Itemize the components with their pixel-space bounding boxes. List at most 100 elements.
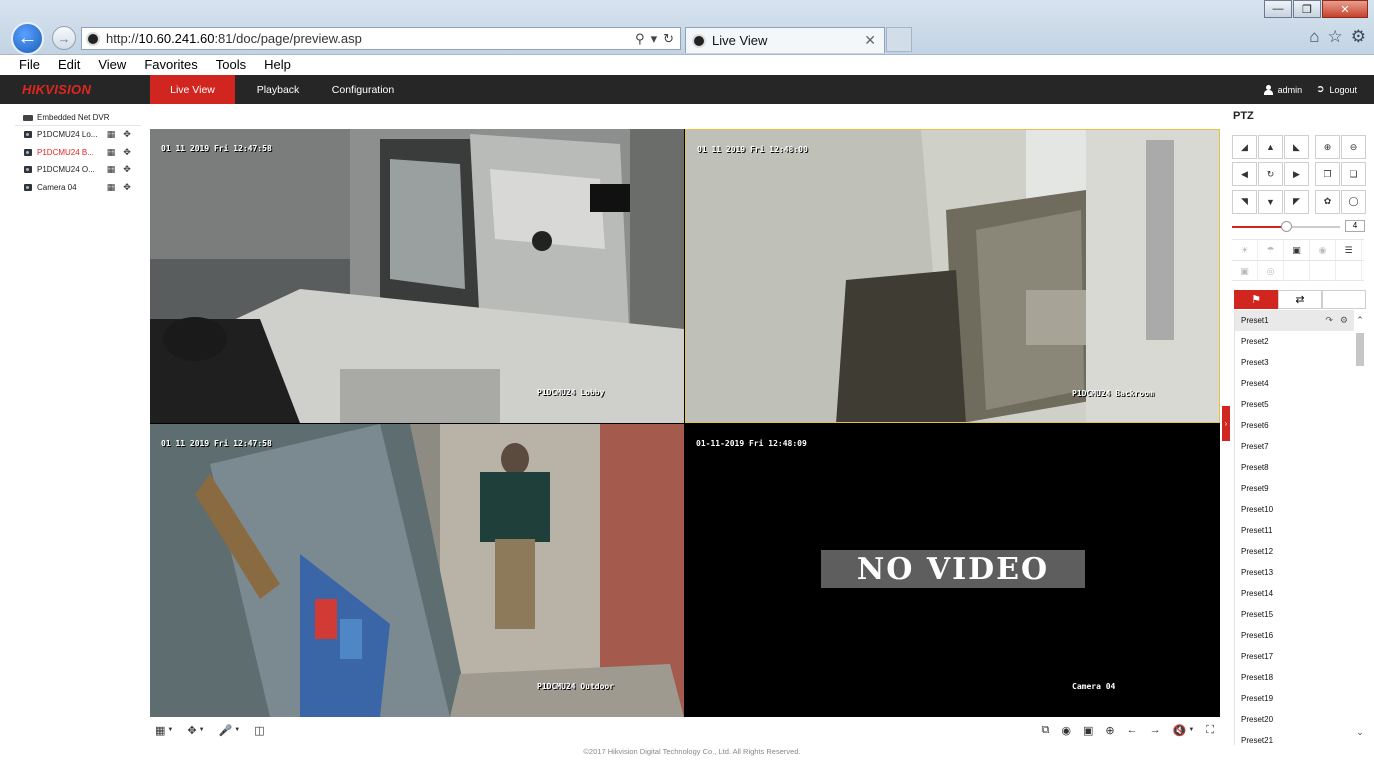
dropdown-icon[interactable]: ▾ xyxy=(651,31,658,47)
user-menu[interactable]: admin xyxy=(1263,84,1302,95)
preset-item[interactable]: Preset2 xyxy=(1235,331,1354,352)
ptz-icon[interactable]: ✥ xyxy=(121,129,133,140)
scroll-up-icon[interactable]: ⌃ xyxy=(1354,315,1366,325)
video-window-backroom[interactable]: 01 11 2019 Fri 12:48:00 P1DCMU24 Backroo… xyxy=(685,129,1220,423)
auxiliary-focus-icon[interactable]: ▣ xyxy=(1284,240,1310,260)
record-all-button[interactable]: ▣ xyxy=(1083,724,1093,737)
preset-item[interactable]: Preset17 xyxy=(1235,646,1354,667)
collapse-panel-handle[interactable]: › xyxy=(1222,406,1230,441)
menu-favorites[interactable]: Favorites xyxy=(132,55,203,75)
device-root[interactable]: Embedded Net DVR xyxy=(15,110,141,126)
preset-item[interactable]: Preset11 xyxy=(1235,520,1354,541)
ptz-icon[interactable]: ✥ xyxy=(121,164,133,175)
record-icon[interactable]: ▦ xyxy=(105,164,117,175)
ptz-down-right-button[interactable]: ◤ xyxy=(1284,189,1309,214)
preset-item[interactable]: Preset6 xyxy=(1235,415,1354,436)
preset-scrollbar[interactable]: ⌃ ⌄ xyxy=(1354,310,1366,745)
settings-gear-icon[interactable]: ⚙ xyxy=(1351,27,1366,47)
close-window-button[interactable]: ✕ xyxy=(1322,0,1368,18)
preset-item[interactable]: Preset18 xyxy=(1235,667,1354,688)
preset-item[interactable]: Preset1 ↷ ⚙ xyxy=(1235,310,1354,331)
preset-item[interactable]: Preset7 xyxy=(1235,436,1354,457)
tab-configuration[interactable]: Configuration xyxy=(322,75,404,104)
preset-item[interactable]: Preset19 xyxy=(1235,688,1354,709)
preset-item[interactable]: Preset13 xyxy=(1235,562,1354,583)
home-icon[interactable]: ⌂ xyxy=(1309,27,1319,47)
preset-item[interactable]: Preset10 xyxy=(1235,499,1354,520)
ptz-icon[interactable]: ✥ xyxy=(121,147,133,158)
lens-init-icon[interactable]: ◉ xyxy=(1310,240,1336,260)
previous-page-button[interactable]: ← xyxy=(1127,724,1138,736)
refresh-icon[interactable]: ↻ xyxy=(663,31,674,47)
light-icon[interactable]: ☀ xyxy=(1232,240,1258,260)
ptz-auto-scan-button[interactable]: ↻ xyxy=(1258,162,1283,187)
tab-preset[interactable]: ⚑ xyxy=(1234,290,1278,309)
address-bar[interactable]: http://10.60.241.60:81/doc/page/preview.… xyxy=(81,27,681,50)
speed-knob[interactable] xyxy=(1281,221,1292,232)
ptz-down-left-button[interactable]: ◥ xyxy=(1232,189,1257,214)
digital-zoom-button[interactable]: ⊕ xyxy=(1105,724,1114,737)
focus-near-button[interactable]: ❐ xyxy=(1315,162,1340,187)
minimize-button[interactable]: — xyxy=(1264,0,1292,18)
preset-item[interactable]: Preset9 xyxy=(1235,478,1354,499)
new-tab-button[interactable] xyxy=(886,27,912,52)
camera-item[interactable]: P1DCMU24 B... ▦ ✥ xyxy=(15,144,141,162)
preset-item[interactable]: Preset4 xyxy=(1235,373,1354,394)
record-icon[interactable]: ▦ xyxy=(105,182,117,193)
menu-tools[interactable]: Tools xyxy=(204,55,252,75)
microphone-button[interactable]: 🎤 ▼ xyxy=(219,724,241,737)
preset-item[interactable]: Preset16 xyxy=(1235,625,1354,646)
tab-close-icon[interactable]: ✕ xyxy=(864,32,876,49)
forward-button[interactable]: → xyxy=(52,26,76,50)
maximize-button[interactable]: ❐ xyxy=(1293,0,1321,18)
preset-item[interactable]: Preset15 xyxy=(1235,604,1354,625)
capture-button[interactable]: ◉ xyxy=(1061,724,1071,737)
tab-pattern[interactable] xyxy=(1322,290,1366,309)
ptz-up-button[interactable]: ▲ xyxy=(1258,135,1283,159)
video-window-camera-04[interactable]: 01-11-2019 Fri 12:48:09 NO VIDEO Camera … xyxy=(685,424,1220,717)
ptz-right-button[interactable]: ▶ xyxy=(1284,162,1309,187)
ptz-left-button[interactable]: ◀ xyxy=(1232,162,1257,187)
record-icon[interactable]: ▦ xyxy=(105,147,117,158)
iris-close-button[interactable]: ◯ xyxy=(1341,189,1366,214)
zoom-in-button[interactable]: ⊕ xyxy=(1315,135,1340,159)
menu-icon[interactable]: ☰ xyxy=(1336,240,1362,260)
stop-all-button[interactable]: ⧉ xyxy=(1042,724,1050,737)
tab-patrol[interactable]: ⇄ xyxy=(1278,290,1322,309)
tab-live-view[interactable]: Live View xyxy=(150,75,235,104)
logout-button[interactable]: ➲ Logout xyxy=(1316,84,1357,95)
next-page-button[interactable]: → xyxy=(1150,724,1161,736)
video-window-lobby[interactable]: 01 11 2019 Fri 12:47:58 P1DCMU24 Lobby xyxy=(150,129,684,423)
preset-item[interactable]: Preset20 xyxy=(1235,709,1354,730)
ptz-up-right-button[interactable]: ◣ xyxy=(1284,135,1309,159)
camera-item[interactable]: Camera 04 ▦ ✥ xyxy=(15,179,141,197)
camera-item[interactable]: P1DCMU24 O... ▦ ✥ xyxy=(15,161,141,179)
volume-button[interactable]: 🔇 ▼ xyxy=(1173,724,1195,737)
call-preset-icon[interactable]: ↷ xyxy=(1325,315,1333,326)
ptz-mode-button[interactable]: ✥ ▼ xyxy=(187,724,204,737)
preset-item[interactable]: Preset21 xyxy=(1235,730,1354,745)
scroll-thumb[interactable] xyxy=(1356,333,1364,366)
preset-item[interactable]: Preset3 xyxy=(1235,352,1354,373)
set-preset-gear-icon[interactable]: ⚙ xyxy=(1340,315,1348,326)
preset-item[interactable]: Preset14 xyxy=(1235,583,1354,604)
wiper-icon[interactable]: ☂ xyxy=(1258,240,1284,260)
3d-zoom-icon[interactable]: ▣ xyxy=(1232,261,1258,281)
browser-tab[interactable]: Live View ✕ xyxy=(685,27,885,53)
tab-playback[interactable]: Playback xyxy=(243,75,313,104)
video-window-outdoor[interactable]: 01 11 2019 Fri 12:47:58 P1DCMU24 Outdoor xyxy=(150,424,684,717)
menu-file[interactable]: File xyxy=(0,55,46,75)
focus-far-button[interactable]: ❏ xyxy=(1341,162,1366,187)
search-icon[interactable]: ⚲ xyxy=(635,31,645,47)
menu-help[interactable]: Help xyxy=(252,55,297,75)
ptz-up-left-button[interactable]: ◢ xyxy=(1232,135,1257,159)
zoom-out-button[interactable]: ⊖ xyxy=(1341,135,1366,159)
iris-open-button[interactable]: ✿ xyxy=(1315,189,1340,214)
ptz-icon[interactable]: ✥ xyxy=(121,182,133,193)
ptz-speed-slider[interactable]: 4 xyxy=(1232,220,1368,234)
preset-item[interactable]: Preset5 xyxy=(1235,394,1354,415)
fullscreen-button[interactable]: ⛶ xyxy=(1206,724,1214,737)
video-wall-button[interactable]: ◫ xyxy=(254,724,264,737)
menu-view[interactable]: View xyxy=(86,55,132,75)
scroll-down-icon[interactable]: ⌄ xyxy=(1354,727,1366,737)
